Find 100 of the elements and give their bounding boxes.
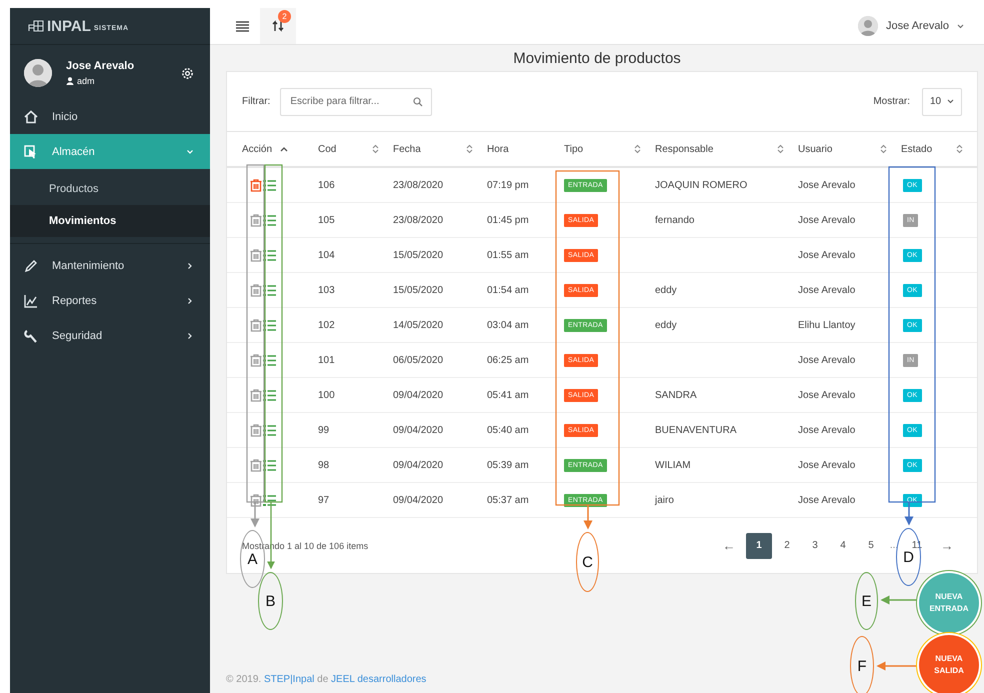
list-icon[interactable]: [263, 388, 276, 402]
table-cell: 09/04/2020: [393, 448, 487, 482]
delete-icon[interactable]: [250, 248, 262, 262]
delete-icon[interactable]: [250, 318, 262, 332]
list-icon[interactable]: [263, 458, 276, 472]
delete-icon[interactable]: [250, 424, 262, 436]
menu-item[interactable]: Seguridad: [10, 318, 210, 353]
user-menu[interactable]: Jose Arevalo: [852, 15, 970, 37]
table-cell: 105: [318, 202, 393, 238]
table-cell: 98: [318, 448, 393, 482]
delete-icon[interactable]: [250, 178, 262, 192]
search-icon: [413, 96, 424, 106]
page-ellipsis: ...: [888, 539, 900, 553]
chevron-right-icon: [186, 262, 194, 270]
delete-icon[interactable]: [250, 388, 262, 402]
sort-icon[interactable]: [880, 144, 887, 154]
cursor-icon: [24, 144, 38, 158]
list-icon[interactable]: [263, 248, 276, 262]
sort-icon[interactable]: [777, 144, 784, 154]
column-header[interactable]: Hora: [487, 144, 564, 154]
menu-item[interactable]: Inicio: [10, 99, 210, 134]
table-cell: 09/04/2020: [393, 378, 487, 412]
table-cell: eddy: [655, 308, 798, 342]
table-cell: 104: [318, 238, 393, 272]
caret-icon: [957, 24, 964, 28]
table-cell: 14/05/2020: [393, 308, 487, 342]
table-cell: Jose Arevalo: [798, 342, 901, 378]
sort-icon[interactable]: [956, 144, 963, 154]
list-icon[interactable]: [263, 178, 276, 192]
page-button[interactable]: 1: [746, 532, 772, 558]
table-cell: 99: [318, 412, 393, 448]
list-icon[interactable]: [263, 354, 276, 366]
table-cell: 106: [318, 167, 393, 202]
page-button[interactable]: 2: [774, 532, 800, 558]
filter-label: Filtrar:: [242, 96, 270, 107]
logo-text: INPAL: [47, 18, 91, 34]
sort-icon[interactable]: [634, 144, 641, 154]
table-cell: 23/08/2020: [393, 167, 487, 202]
building-logo-icon: [28, 20, 44, 32]
column-header[interactable]: Acción: [242, 144, 318, 154]
table-cell: BUENAVENTURA: [655, 412, 798, 448]
table-cell: WILIAM: [655, 448, 798, 482]
table-cell: Elihu Llantoy: [798, 308, 901, 342]
settings-icon[interactable]: [181, 66, 194, 80]
delete-icon[interactable]: [250, 214, 262, 226]
column-header[interactable]: Responsable: [655, 144, 798, 154]
table-cell: 06/05/2020: [393, 342, 487, 378]
sort-ascending-icon[interactable]: [280, 146, 288, 152]
column-header[interactable]: Estado: [901, 144, 977, 154]
page-button[interactable]: 5: [858, 532, 884, 558]
table-cell: Jose Arevalo: [798, 412, 901, 448]
page-button[interactable]: 4: [830, 532, 856, 558]
sort-icon[interactable]: [466, 144, 473, 154]
callout-label: F: [850, 636, 874, 693]
menu-item[interactable]: Reportes: [10, 283, 210, 318]
list-icon[interactable]: [263, 214, 276, 226]
table-cell: 09/04/2020: [393, 412, 487, 448]
submenu-item[interactable]: Movimientos: [10, 205, 210, 237]
chevron-right-icon: [186, 332, 194, 340]
avatar-icon: [858, 16, 878, 36]
avatar-icon: [24, 59, 52, 87]
menu-icon: [236, 20, 248, 32]
user-role: adm: [77, 76, 95, 86]
table-cell: 09/04/2020: [393, 482, 487, 518]
submenu-item[interactable]: Productos: [10, 173, 210, 205]
page-button[interactable]: 3: [802, 532, 828, 558]
page-size-select[interactable]: 10: [922, 88, 962, 116]
list-icon[interactable]: [263, 424, 276, 436]
pencil-icon: [24, 258, 38, 272]
line-chart-icon: [24, 294, 38, 308]
table-cell: SANDRA: [655, 378, 798, 412]
table-cell: Jose Arevalo: [798, 378, 901, 412]
list-icon[interactable]: [263, 318, 276, 332]
delete-icon[interactable]: [250, 284, 262, 296]
list-icon[interactable]: [263, 284, 276, 296]
callout-arrow: [880, 596, 918, 604]
delete-icon[interactable]: [250, 354, 262, 366]
delete-icon[interactable]: [250, 494, 262, 506]
column-header[interactable]: Cod: [318, 144, 393, 154]
table-cell: 23/08/2020: [393, 202, 487, 238]
column-header[interactable]: Usuario: [798, 144, 901, 154]
table-cell: Jose Arevalo: [798, 482, 901, 518]
page-size-label: Mostrar:: [873, 96, 910, 107]
table-cell: 103: [318, 272, 393, 308]
table-cell: 15/05/2020: [393, 272, 487, 308]
column-header[interactable]: Fecha: [393, 144, 487, 154]
delete-icon[interactable]: [250, 458, 262, 472]
table-cell: Jose Arevalo: [798, 272, 901, 308]
page-title: Movimiento de productos: [512, 50, 682, 67]
list-icon[interactable]: [263, 494, 276, 506]
table-cell: fernando: [655, 202, 798, 238]
chevron-down-icon: [186, 148, 194, 156]
table-cell: JOAQUIN ROMERO: [655, 167, 798, 202]
callout-label: E: [855, 572, 878, 630]
table-cell: jairo: [655, 482, 798, 518]
menu-item[interactable]: Mantenimiento: [10, 248, 210, 283]
sort-icon[interactable]: [372, 144, 379, 154]
column-header[interactable]: Tipo: [564, 144, 655, 154]
filter-field[interactable]: Escribe para filtrar...: [280, 88, 432, 116]
table-cell: 102: [318, 308, 393, 342]
